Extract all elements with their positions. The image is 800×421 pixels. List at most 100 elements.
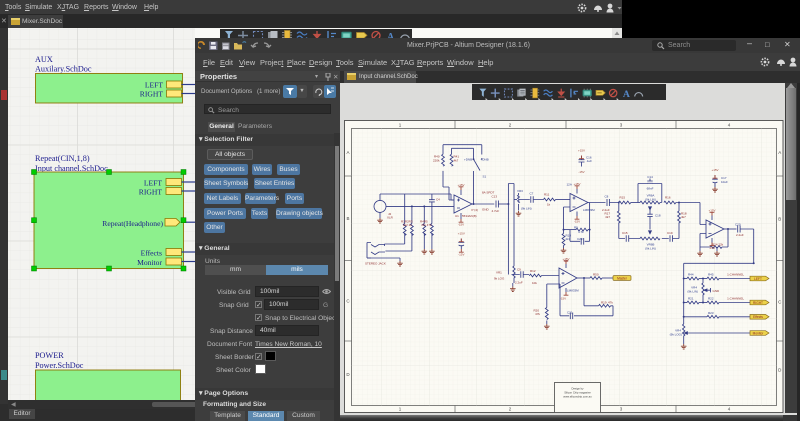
svg-text:+DNB: +DNB — [481, 158, 489, 162]
svg-text:2k7: 2k7 — [566, 237, 571, 241]
svg-text:-15V: -15V — [458, 223, 464, 227]
svg-text:R15: R15 — [620, 196, 626, 200]
svg-text:RIGHT: RIGHT — [753, 301, 763, 305]
svg-text:VR1: VR1 — [496, 271, 502, 275]
svg-text:B: B — [778, 217, 781, 222]
svg-text:4.7uF: 4.7uF — [492, 209, 500, 213]
svg-text:C9: C9 — [517, 268, 521, 272]
svg-text:Repeat(CIN,1,8): Repeat(CIN,1,8) — [35, 154, 90, 163]
svg-text:-15V: -15V — [574, 220, 580, 224]
svg-text:Monitor: Monitor — [137, 258, 162, 267]
svg-text:STEREO JACK: STEREO JACK — [365, 262, 386, 266]
svg-text:-15V: -15V — [560, 297, 566, 301]
svg-text:XLR: XLR — [387, 216, 394, 220]
svg-text:68nF: 68nF — [647, 187, 654, 191]
svg-text:+15V: +15V — [708, 208, 715, 212]
svg-text:GND: GND — [713, 289, 721, 293]
svg-text:+15V: +15V — [573, 182, 580, 186]
svg-text:C21: C21 — [567, 311, 573, 315]
svg-text:R23: R23 — [708, 311, 714, 315]
svg-text:Repeat(Headphone): Repeat(Headphone) — [102, 219, 163, 228]
svg-text:U1: U1 — [455, 214, 459, 218]
svg-text:Power.SchDoc: Power.SchDoc — [35, 361, 84, 370]
svg-text:10k: 10k — [532, 281, 537, 285]
svg-text:Effects: Effects — [141, 249, 162, 258]
svg-text:+15V: +15V — [458, 231, 465, 235]
svg-text:A: A — [346, 150, 349, 155]
svg-text:C4: C4 — [436, 198, 440, 202]
svg-text:47k 47k: 47k 47k — [421, 223, 432, 227]
svg-text:VR3: VR3 — [517, 189, 523, 193]
svg-text:1k: 1k — [547, 203, 551, 207]
svg-text:LEFT: LEFT — [145, 81, 164, 90]
svg-text:C23: C23 — [577, 237, 583, 241]
svg-text:R50: R50 — [593, 273, 599, 277]
svg-text:-15V: -15V — [458, 253, 464, 257]
svg-text:C14: C14 — [647, 175, 653, 179]
svg-text:R9: R9 — [574, 226, 578, 230]
svg-text:GND: GND — [482, 208, 490, 212]
svg-text:C13: C13 — [492, 195, 498, 199]
svg-text:POWER: POWER — [35, 351, 64, 360]
svg-text:10uF: 10uF — [721, 180, 728, 184]
svg-text:B: B — [346, 216, 349, 221]
svg-text:Design by: Design by — [572, 387, 585, 391]
svg-text:Effects: Effects — [753, 315, 763, 319]
svg-text:C20: C20 — [735, 223, 741, 227]
svg-text:RIGHT: RIGHT — [139, 188, 163, 197]
svg-text:LEFT: LEFT — [144, 179, 163, 188]
svg-text:LEFT: LEFT — [754, 277, 762, 281]
svg-text:2.2uF: 2.2uF — [736, 233, 744, 237]
svg-text:www.siliconchip.com.au: www.siliconchip.com.au — [563, 395, 592, 399]
svg-text:4.7k: 4.7k — [578, 230, 584, 234]
svg-text:12A: 12A — [567, 183, 572, 187]
svg-text:1:CHANNEL: 1:CHANNEL — [727, 297, 744, 301]
svg-text:Silicon Chip magazine: Silicon Chip magazine — [564, 391, 591, 395]
svg-text:R45: R45 — [708, 273, 714, 277]
svg-text:4k7: 4k7 — [605, 215, 610, 219]
svg-text:A: A — [623, 89, 630, 100]
svg-text:2k2 2k: 2k2 2k — [403, 223, 412, 227]
svg-text:R44: R44 — [688, 273, 694, 277]
svg-text:R22: R22 — [708, 297, 714, 301]
svg-text:(9k LIN): (9k LIN) — [645, 247, 656, 251]
svg-text:4k7: 4k7 — [681, 215, 686, 219]
svg-text:+DNB: +DNB — [464, 158, 472, 162]
svg-text:+15V: +15V — [711, 168, 718, 172]
svg-text:LM833M: LM833M — [583, 208, 595, 212]
svg-text:LM833M: LM833M — [567, 289, 579, 293]
svg-text:C8: C8 — [605, 195, 609, 199]
svg-text:9k LOG: 9k LOG — [494, 277, 505, 281]
svg-text:(9k LIN): (9k LIN) — [645, 198, 656, 202]
svg-text:1:CHANNEL: 1:CHANNEL — [727, 273, 744, 277]
svg-text:(9k LIN): (9k LIN) — [687, 290, 698, 294]
svg-text:C19: C19 — [667, 231, 673, 235]
svg-text:+15V: +15V — [578, 149, 585, 153]
svg-text:C18: C18 — [655, 214, 661, 218]
svg-text:Monitor: Monitor — [753, 331, 765, 335]
svg-text:R19: R19 — [601, 301, 607, 305]
svg-text:C15: C15 — [622, 231, 628, 235]
svg-text:-15V: -15V — [578, 170, 584, 174]
svg-text:AUX: AUX — [35, 55, 53, 64]
svg-text:47k: 47k — [535, 312, 540, 316]
svg-text:Auxilary.SchDoc: Auxilary.SchDoc — [35, 65, 92, 74]
svg-text:(9k LOG): (9k LOG) — [670, 333, 682, 337]
svg-text:A: A — [778, 150, 781, 155]
svg-text:C7: C7 — [530, 192, 534, 196]
svg-text:RIGHT: RIGHT — [140, 90, 164, 99]
svg-text:S1: S1 — [483, 175, 487, 179]
svg-text:5534AN(8): 5534AN(8) — [462, 214, 477, 218]
svg-text:47k: 47k — [608, 301, 613, 305]
svg-text:-15V: -15V — [709, 246, 715, 250]
svg-text:R12: R12 — [530, 269, 536, 273]
svg-text:4k7: 4k7 — [454, 159, 459, 163]
svg-text:P (4): P (4) — [472, 208, 478, 212]
svg-text:+15V: +15V — [562, 257, 569, 261]
svg-text:2.2uF: 2.2uF — [515, 281, 523, 285]
svg-text:R11: R11 — [544, 193, 550, 197]
svg-text:.1uF: .1uF — [586, 159, 592, 163]
svg-text:220k: 220k — [433, 159, 440, 163]
svg-text:(9k LIN): (9k LIN) — [521, 207, 532, 211]
svg-text:Master: Master — [617, 276, 628, 280]
